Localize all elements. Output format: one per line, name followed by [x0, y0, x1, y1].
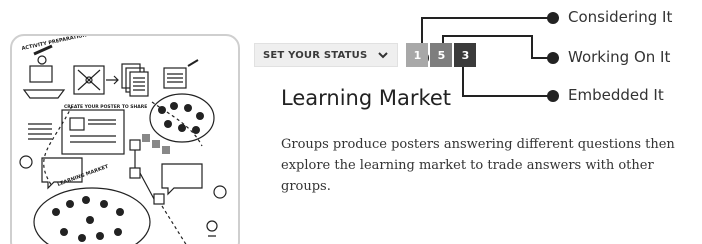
status-row: SET YOUR STATUS 1 5 3	[254, 43, 477, 67]
illustration-poster-label: CREATE YOUR POSTER TO SHARE	[64, 104, 147, 110]
chevron-down-icon	[378, 52, 389, 59]
status-box-value: 5	[437, 48, 446, 62]
set-status-dropdown[interactable]: SET YOUR STATUS	[254, 43, 399, 67]
illustration-market-label: LEARNING MARKET	[57, 164, 110, 188]
activity-description: Groups produce posters answering differe…	[281, 137, 675, 194]
illustration-prep-label: ACTIVITY PREPARATION	[21, 36, 87, 52]
status-box-value: 3	[461, 48, 470, 62]
activity-illustration-card[interactable]: ACTIVITY PREPARATION CREATE YOUR POSTER …	[10, 34, 240, 244]
activity-illustration: ACTIVITY PREPARATION CREATE YOUR POSTER …	[19, 36, 227, 244]
legend-working: Working On It	[568, 48, 671, 66]
status-box-working[interactable]: 5	[430, 43, 453, 67]
activity-title: Learning Market	[281, 86, 452, 110]
legend-embedded: Embedded It	[568, 86, 664, 104]
status-box-value: 1	[413, 48, 422, 62]
status-box-embedded[interactable]: 3	[454, 43, 477, 67]
activity-card-page: ACTIVITY PREPARATION CREATE YOUR POSTER …	[0, 0, 702, 244]
considering-dot-icon	[547, 12, 559, 24]
set-status-label: SET YOUR STATUS	[263, 49, 368, 61]
legend-considering: Considering It	[568, 8, 673, 26]
status-box-considering[interactable]: 1	[406, 43, 429, 67]
working-dot-icon	[547, 52, 559, 64]
embedded-dot-icon	[547, 90, 559, 102]
